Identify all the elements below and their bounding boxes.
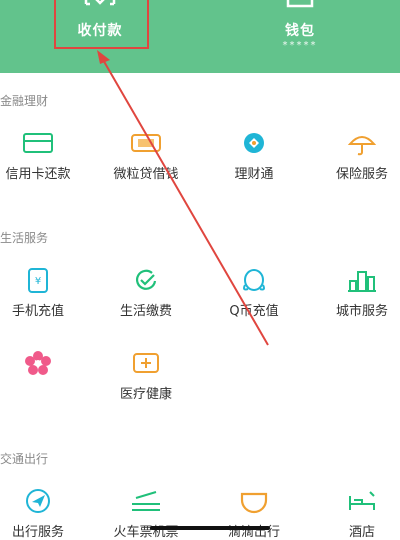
grid-item-label: Q币充值 [229,304,279,319]
utilities-icon [136,269,157,290]
grid-item-label: 酒店 [348,525,375,540]
phone-topup-icon: ¥ [28,268,48,293]
navigation-icon [26,489,50,513]
wallet-icon [286,0,314,8]
loan-icon [131,134,161,152]
grid-item-label: 火车票机票 [113,525,179,540]
wallet-label: 钱包 [285,23,315,39]
grid-item-label: 微粒贷借钱 [113,167,179,182]
home-indicator [150,526,270,530]
section-title-life: 生活服务 [0,231,49,245]
grid-item-label: 出行服务 [11,525,64,540]
grid-item-label: 手机充值 [11,304,64,319]
umbrella-icon [347,136,377,156]
grid-item-didi[interactable]: 滴滴出行 [204,488,304,540]
medical-icon [133,353,159,373]
grid-item-label: 信用卡还款 [5,167,71,182]
wallet-balance-hidden: ***** [282,40,318,51]
grid-item-hotel[interactable]: 酒店 [312,488,400,540]
svg-text:¥: ¥ [35,276,41,287]
section-title-finance: 金融理财 [0,94,49,108]
grid-item-city-services[interactable]: 城市服务 [312,267,400,319]
train-plane-icon [132,491,160,511]
credit-card-icon [23,133,53,153]
grid-item-medical[interactable]: 医疗健康 [96,350,196,402]
grid-item-credit-card[interactable]: 信用卡还款 [0,130,88,182]
qq-penguin-icon [243,269,265,291]
bed-icon [349,491,375,510]
grid-item-weilidai[interactable]: 微粒贷借钱 [96,130,196,182]
grid-item-flower[interactable] [0,350,88,383]
grid-item-mobility[interactable]: 出行服务 [0,488,88,540]
grid-item-label: 生活缴费 [119,304,172,319]
wealth-management-icon [244,133,264,153]
grid-item-mobile-topup[interactable]: ¥ 手机充值 [0,267,88,319]
grid-item-train-flight[interactable]: 火车票机票 [96,488,196,540]
grid-item-label: 医疗健康 [119,387,172,402]
section-title-travel: 交通出行 [0,452,49,466]
grid-item-utilities[interactable]: 生活缴费 [96,267,196,319]
grid-item-qcoin[interactable]: Q币充值 [204,267,304,319]
grid-item-label: 滴滴出行 [227,525,280,540]
grid-item-label: 理财通 [234,167,274,182]
city-buildings-icon [348,271,376,292]
grid-item-label: 保险服务 [335,167,388,182]
didi-icon [240,492,268,514]
grid-item-insurance[interactable]: 保险服务 [312,130,400,182]
annotation-highlight-box [54,0,149,49]
grid-item-licaitong[interactable]: 理财通 [204,130,304,182]
wallet-button[interactable]: 钱包 ***** [200,0,400,73]
flower-icon [25,351,51,375]
grid-item-label: 城市服务 [335,304,388,319]
